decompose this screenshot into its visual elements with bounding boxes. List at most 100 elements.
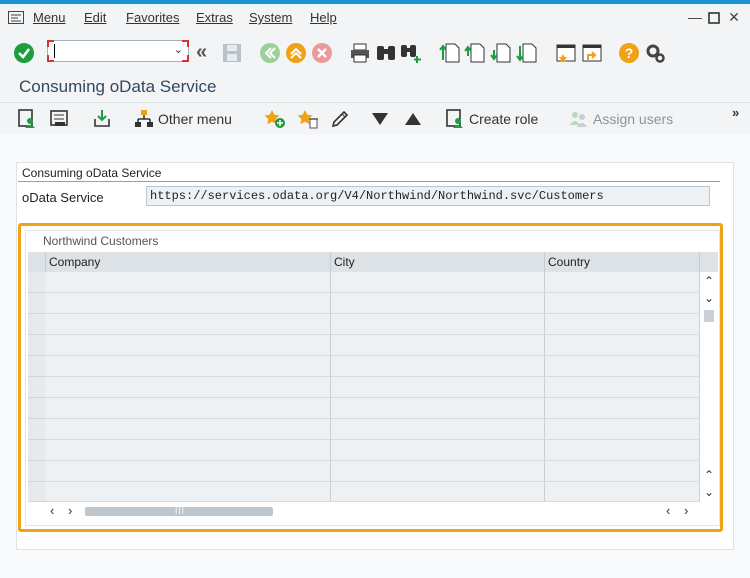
menu-item-system[interactable]: System <box>249 10 292 25</box>
find-next-icon[interactable] <box>400 42 422 64</box>
table-cell[interactable] <box>331 293 545 314</box>
row-selector[interactable] <box>28 356 46 377</box>
scroll-right-fixed-icon[interactable]: › <box>684 503 688 518</box>
next-page-icon[interactable] <box>490 42 512 64</box>
hierarchy-icon[interactable] <box>134 109 154 129</box>
table-cell[interactable] <box>331 272 545 293</box>
row-selector[interactable] <box>28 482 46 502</box>
import-icon[interactable] <box>92 109 112 129</box>
gear-icon[interactable] <box>644 42 666 64</box>
table-cell[interactable] <box>545 461 700 482</box>
menu-item-favorites[interactable]: Favorites <box>126 10 179 25</box>
vertical-scroll-thumb[interactable] <box>704 310 714 322</box>
table-cell[interactable] <box>545 440 700 461</box>
maximize-icon[interactable] <box>708 12 720 24</box>
back-icon[interactable] <box>259 42 281 64</box>
more-toolbar-icon[interactable]: » <box>732 105 739 120</box>
change-icon[interactable] <box>50 109 70 129</box>
pencil-icon[interactable] <box>330 109 350 129</box>
table-cell[interactable] <box>545 293 700 314</box>
table-cell[interactable] <box>331 440 545 461</box>
menu-item-edit[interactable]: Edit <box>84 10 106 25</box>
menu-item-help[interactable]: Help <box>310 10 337 25</box>
delete-favorite-icon[interactable] <box>297 109 319 129</box>
row-selector[interactable] <box>28 272 46 293</box>
minimize-icon[interactable]: — <box>688 10 702 24</box>
scroll-down-icon[interactable]: ⌄ <box>700 291 718 305</box>
table-cell[interactable] <box>331 482 545 502</box>
table-cell[interactable] <box>545 398 700 419</box>
create-role-icon[interactable] <box>446 109 466 129</box>
column-header-city[interactable]: City <box>331 252 545 272</box>
table-cell[interactable] <box>46 293 331 314</box>
vertical-scrollbar[interactable]: ⌃ ⌄ ⌃ ⌄ <box>700 252 718 502</box>
row-selector[interactable] <box>28 440 46 461</box>
table-cell[interactable] <box>331 419 545 440</box>
exit-icon[interactable] <box>285 42 307 64</box>
display-icon[interactable] <box>18 109 38 129</box>
row-selector[interactable] <box>28 419 46 440</box>
help-icon[interactable]: ? <box>618 42 640 64</box>
table-cell[interactable] <box>545 482 700 502</box>
save-icon[interactable] <box>221 42 243 64</box>
table-cell[interactable] <box>331 398 545 419</box>
table-cell[interactable] <box>46 398 331 419</box>
table-cell[interactable] <box>46 272 331 293</box>
table-cell[interactable] <box>46 377 331 398</box>
scroll-left-icon[interactable]: ‹ <box>50 503 54 518</box>
scroll-up-icon[interactable]: ⌃ <box>700 468 718 482</box>
table-cell[interactable] <box>46 356 331 377</box>
command-field[interactable]: ⌄ <box>47 40 189 62</box>
table-cell[interactable] <box>46 419 331 440</box>
move-up-icon[interactable] <box>404 112 422 126</box>
assign-users-button[interactable]: Assign users <box>593 111 673 127</box>
table-cell[interactable] <box>46 335 331 356</box>
table-cell[interactable] <box>545 335 700 356</box>
select-all-cell[interactable] <box>28 252 46 272</box>
row-selector[interactable] <box>28 398 46 419</box>
menu-item-extras[interactable]: Extras <box>196 10 233 25</box>
previous-page-icon[interactable] <box>464 42 486 64</box>
add-favorite-icon[interactable] <box>264 109 286 129</box>
table-cell[interactable] <box>331 356 545 377</box>
column-header-country[interactable]: Country <box>545 252 700 272</box>
table-cell[interactable] <box>545 314 700 335</box>
table-cell[interactable] <box>331 461 545 482</box>
table-cell[interactable] <box>545 356 700 377</box>
scroll-left-fixed-icon[interactable]: ‹ <box>666 503 670 518</box>
shortcut-icon[interactable] <box>581 42 603 64</box>
table-cell[interactable] <box>46 440 331 461</box>
collapse-toolbar-icon[interactable]: « <box>196 41 207 64</box>
table-cell[interactable] <box>545 419 700 440</box>
other-menu-button[interactable]: Other menu <box>158 111 232 127</box>
confirm-icon[interactable] <box>13 42 35 64</box>
table-cell[interactable] <box>545 377 700 398</box>
close-icon[interactable]: ✕ <box>727 10 741 24</box>
table-cell[interactable] <box>46 461 331 482</box>
print-icon[interactable] <box>349 42 371 64</box>
new-session-icon[interactable] <box>555 42 577 64</box>
row-selector[interactable] <box>28 293 46 314</box>
row-selector[interactable] <box>28 377 46 398</box>
first-page-icon[interactable] <box>439 42 461 64</box>
row-selector[interactable] <box>28 314 46 335</box>
move-down-icon[interactable] <box>371 112 389 126</box>
table-cell[interactable] <box>545 272 700 293</box>
cancel-icon[interactable] <box>311 42 333 64</box>
row-selector[interactable] <box>28 461 46 482</box>
chevron-down-icon[interactable]: ⌄ <box>174 43 183 56</box>
table-cell[interactable] <box>331 335 545 356</box>
row-selector[interactable] <box>28 335 46 356</box>
horizontal-scroll-thumb[interactable]: ||| <box>85 504 273 516</box>
find-icon[interactable] <box>375 42 397 64</box>
table-cell[interactable] <box>46 482 331 502</box>
create-role-button[interactable]: Create role <box>469 111 538 127</box>
last-page-icon[interactable] <box>516 42 538 64</box>
scroll-page-down-icon[interactable]: ⌄ <box>700 485 718 499</box>
menu-toggle-icon[interactable] <box>8 11 24 24</box>
odata-service-field[interactable]: https://services.odata.org/V4/Northwind/… <box>146 186 710 206</box>
scroll-right-icon[interactable]: › <box>68 503 72 518</box>
column-header-company[interactable]: Company <box>46 252 331 272</box>
table-cell[interactable] <box>46 314 331 335</box>
table-cell[interactable] <box>331 377 545 398</box>
